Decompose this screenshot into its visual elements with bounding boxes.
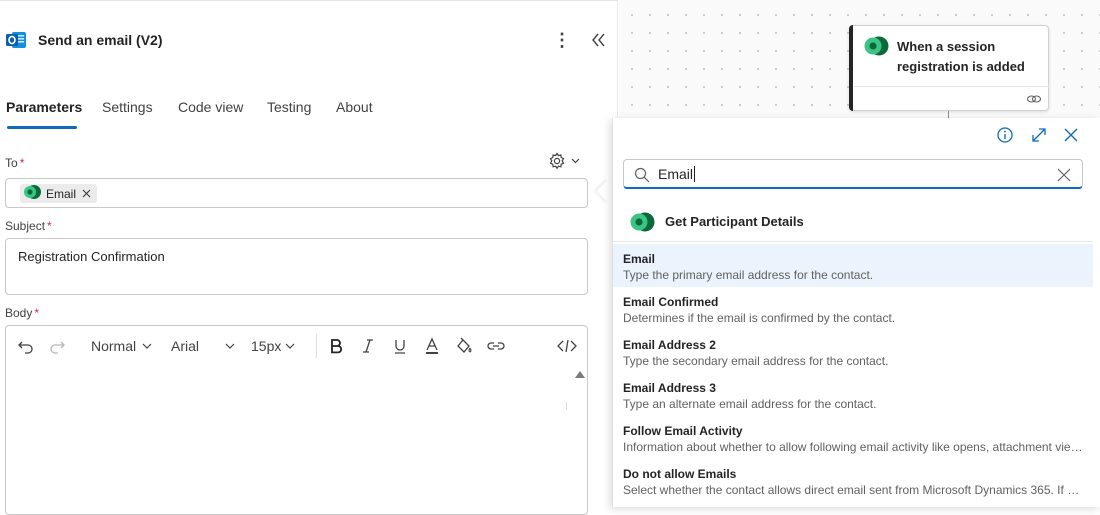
outlook-icon	[5, 29, 27, 51]
italic-icon[interactable]	[359, 336, 377, 356]
search-input[interactable]: Email	[623, 159, 1083, 189]
item-name: Follow Email Activity	[623, 424, 743, 438]
subject-label: Subject *	[5, 219, 52, 233]
subject-input[interactable]: Registration Confirmation	[5, 238, 588, 295]
panel-title: Send an email (V2)	[38, 32, 163, 48]
scrollbar-track	[566, 402, 567, 410]
redo-icon[interactable]	[48, 336, 66, 356]
collapse-panel-icon[interactable]	[588, 27, 610, 53]
list-item[interactable]: Email Confirmed Determines if the email …	[613, 287, 1093, 330]
tab-settings[interactable]: Settings	[102, 99, 153, 115]
code-view-icon[interactable]	[557, 336, 577, 356]
item-description: Type the primary email address for the c…	[623, 268, 874, 282]
search-text: Email	[658, 166, 694, 182]
tab-testing[interactable]: Testing	[267, 99, 311, 115]
remove-token-icon[interactable]	[82, 187, 91, 201]
card-divider	[854, 86, 1049, 87]
subject-value: Registration Confirmation	[18, 249, 165, 264]
chevron-down-icon	[285, 343, 295, 349]
body-editor[interactable]: Normal Arial 15px	[5, 325, 588, 515]
size-value: 15px	[251, 338, 282, 354]
expand-icon[interactable]	[1030, 126, 1050, 146]
item-description: Type the secondary email address for the…	[623, 354, 889, 368]
text-caret	[694, 166, 696, 182]
dataverse-icon	[629, 211, 655, 233]
list-item[interactable]: Email Type the primary email address for…	[613, 244, 1093, 287]
token-label: Email	[46, 186, 77, 201]
active-tab-indicator	[7, 126, 77, 129]
search-value: Email	[658, 166, 696, 182]
highlight-icon[interactable]	[454, 336, 474, 356]
search-icon	[634, 167, 650, 183]
chevron-down-icon	[142, 343, 152, 349]
font-color-icon[interactable]	[423, 336, 441, 356]
item-description: Information about whether to allow follo…	[623, 440, 1083, 454]
more-options-icon[interactable]: ⋮	[552, 27, 572, 53]
chevron-down-icon	[571, 158, 580, 164]
to-label-text: To	[5, 156, 18, 170]
list-item[interactable]: Do not allow Emails Select whether the c…	[613, 459, 1093, 502]
list-item[interactable]: Follow Email Activity Information about …	[613, 416, 1093, 459]
field-settings-button[interactable]	[547, 151, 583, 171]
font-select[interactable]: Arial	[171, 336, 239, 356]
body-label: Body *	[5, 306, 39, 320]
to-label: To *	[5, 156, 24, 170]
item-description: Type an alternate email address for the …	[623, 397, 877, 411]
card-accent	[849, 25, 853, 111]
dynamic-content-panel: Email Get Participant Details Email Type…	[612, 118, 1100, 507]
info-icon[interactable]	[996, 126, 1016, 146]
chevron-down-icon	[225, 343, 235, 349]
tab-code-view[interactable]: Code view	[178, 99, 243, 115]
size-select[interactable]: 15px	[251, 336, 299, 356]
close-icon[interactable]	[1062, 126, 1082, 146]
clear-search-icon[interactable]	[1057, 168, 1071, 182]
editor-toolbar: Normal Arial 15px	[6, 326, 587, 366]
dataverse-icon	[863, 35, 889, 57]
dynamic-content-list: Email Type the primary email address for…	[613, 244, 1093, 502]
bold-icon[interactable]	[327, 336, 345, 356]
body-label-text: Body	[5, 306, 33, 320]
list-item[interactable]: Email Address 3 Type an alternate email …	[613, 373, 1093, 416]
trigger-card[interactable]: When a session registration is added	[849, 25, 1049, 111]
panel-header: Send an email (V2) ⋮	[0, 1, 618, 73]
dataverse-icon	[22, 184, 42, 203]
required-mark: *	[47, 219, 52, 233]
item-name: Email	[623, 252, 656, 266]
tab-parameters[interactable]: Parameters	[6, 99, 82, 115]
font-value: Arial	[171, 338, 200, 354]
tab-about[interactable]: About	[336, 99, 373, 115]
trigger-title: When a session registration is added	[897, 39, 1025, 74]
to-input[interactable]: Email	[5, 178, 588, 208]
toolbar-divider	[316, 334, 317, 358]
scroll-up-arrow-icon[interactable]	[575, 371, 585, 378]
undo-icon[interactable]	[17, 336, 35, 356]
required-mark: *	[19, 156, 25, 170]
item-description: Determines if the email is confirmed by …	[623, 311, 896, 325]
list-item[interactable]: Email Address 2 Type the secondary email…	[613, 330, 1093, 373]
format-select[interactable]: Normal	[91, 336, 156, 356]
link-icon[interactable]	[486, 336, 506, 356]
link-icon[interactable]	[1026, 92, 1042, 106]
item-name: Email Confirmed	[623, 295, 719, 309]
group-title: Get Participant Details	[665, 214, 804, 229]
required-mark: *	[34, 306, 40, 320]
email-token[interactable]: Email	[20, 184, 98, 203]
action-details-panel: Send an email (V2) ⋮ Parameters Settings…	[0, 0, 618, 515]
format-value: Normal	[91, 338, 137, 354]
item-description: Select whether the contact allows direct…	[623, 483, 1083, 497]
item-name: Email Address 3	[623, 381, 716, 395]
subject-label-text: Subject	[5, 219, 46, 233]
item-name: Email Address 2	[623, 338, 716, 352]
dynamic-content-group-header[interactable]: Get Participant Details	[613, 202, 1093, 242]
underline-icon[interactable]	[391, 336, 409, 356]
item-name: Do not allow Emails	[623, 467, 737, 481]
gear-icon	[549, 152, 565, 170]
